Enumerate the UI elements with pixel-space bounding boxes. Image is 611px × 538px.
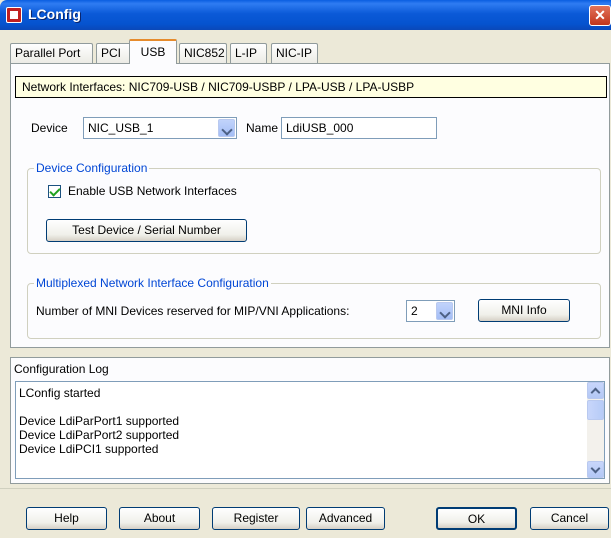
name-label: Name (246, 121, 279, 135)
window-title: LConfig (28, 6, 81, 22)
mni-count-select[interactable]: 2 (406, 300, 455, 322)
tab-parallel-port[interactable]: Parallel Port (10, 43, 93, 63)
chevron-down-icon[interactable] (218, 119, 235, 137)
device-label: Device (31, 121, 68, 135)
register-button[interactable]: Register (212, 507, 300, 530)
about-button[interactable]: About (119, 507, 200, 530)
mni-configuration-group: Multiplexed Network Interface Configurat… (27, 276, 601, 339)
divider (0, 488, 611, 489)
lconfig-app-icon[interactable] (6, 7, 22, 23)
close-icon: ✕ (594, 7, 606, 23)
device-select-value: NIC_USB_1 (88, 121, 154, 135)
ok-button[interactable]: OK (436, 507, 517, 530)
tab-nic852[interactable]: NIC852 (179, 43, 227, 63)
configuration-log-panel: Configuration Log LConfig started Device… (10, 357, 610, 484)
tab-usb[interactable]: USB (129, 39, 177, 64)
close-button[interactable]: ✕ (589, 5, 611, 26)
network-interfaces-banner: Network Interfaces: NIC709-USB / NIC709-… (15, 76, 607, 98)
device-configuration-group: Device Configuration Enable USB Network … (27, 161, 601, 254)
cancel-button[interactable]: Cancel (530, 507, 609, 530)
tab-l-ip[interactable]: L-IP (230, 43, 267, 63)
tab-pci[interactable]: PCI (96, 43, 131, 63)
mni-info-button[interactable]: MNI Info (478, 299, 570, 322)
mni-configuration-title: Multiplexed Network Interface Configurat… (34, 276, 271, 290)
mni-devices-label: Number of MNI Devices reserved for MIP/V… (36, 304, 350, 318)
chevron-down-icon[interactable] (436, 302, 453, 320)
log-line: LConfig started (19, 386, 101, 400)
enable-usb-checkbox[interactable] (48, 185, 61, 198)
help-button[interactable]: Help (26, 507, 107, 530)
log-scrollbar[interactable] (587, 382, 604, 478)
enable-usb-label: Enable USB Network Interfaces (68, 184, 237, 198)
scroll-thumb[interactable] (587, 400, 604, 420)
scroll-up-icon[interactable] (587, 382, 604, 399)
scroll-down-icon[interactable] (587, 461, 604, 478)
usb-tab-panel: Network Interfaces: NIC709-USB / NIC709-… (10, 63, 610, 348)
log-line: Device LdiParPort2 supported (19, 428, 180, 442)
name-field[interactable]: LdiUSB_000 (281, 117, 437, 139)
tab-nic-ip[interactable]: NIC-IP (271, 43, 318, 63)
title-bar: LConfig ✕ (0, 0, 611, 30)
log-line: Device LdiParPort1 supported (19, 414, 180, 428)
test-device-button[interactable]: Test Device / Serial Number (46, 219, 247, 242)
mni-count-value: 2 (411, 304, 418, 318)
device-select[interactable]: NIC_USB_1 (83, 117, 237, 139)
configuration-log-title: Configuration Log (14, 362, 109, 376)
advanced-button[interactable]: Advanced (306, 507, 385, 530)
device-configuration-title: Device Configuration (34, 161, 150, 175)
configuration-log[interactable]: LConfig started Device LdiParPort1 suppo… (15, 381, 605, 479)
log-line: Device LdiPCI1 supported (19, 442, 159, 456)
